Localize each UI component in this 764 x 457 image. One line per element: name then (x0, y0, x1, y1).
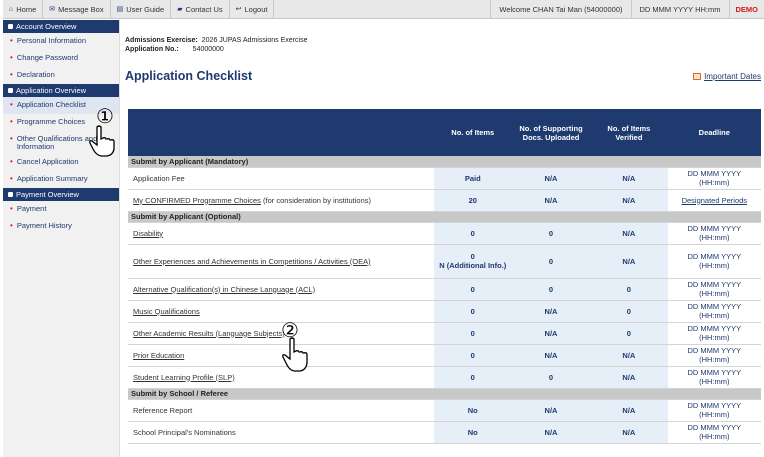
table-row: Other Academic Results (Language Subject… (128, 322, 761, 345)
table-row: Music Qualifications 0 N/A 0 DD MMM YYYY… (128, 300, 761, 323)
section-row: Submit by School / Referee (128, 388, 761, 400)
bullet-icon: • (10, 221, 13, 230)
bullet-icon: • (10, 174, 13, 183)
oea-link[interactable]: Other Experiences and Achievements in Co… (133, 257, 371, 266)
sidebar-item-application-summary[interactable]: • Application Summary (3, 171, 119, 188)
table-row: Reference Report No N/A N/A DD MMM YYYY … (128, 399, 761, 422)
section-bullet-icon (8, 24, 13, 29)
sidebar-item-payment[interactable]: • Payment (3, 201, 119, 218)
sidebar-item-personal-information[interactable]: • Personal Information (3, 33, 119, 50)
acl-link[interactable]: Alternative Qualification(s) in Chinese … (133, 285, 315, 294)
music-qualifications-link[interactable]: Music Qualifications (133, 307, 200, 316)
pointer-hand-icon (89, 125, 115, 157)
application-meta: Admissions Exercise: 2026 JUPAS Admission… (125, 37, 308, 53)
section-row: Submit by Applicant (Optional) (128, 211, 761, 223)
sidebar-item-payment-history[interactable]: • Payment History (3, 218, 119, 235)
sidebar: Account Overview • Personal Information … (3, 20, 120, 457)
table-row: Prior Education 0 N/A N/A DD MMM YYYY (H… (128, 344, 761, 367)
table-row: School Principal's Nominations No N/A N/… (128, 421, 761, 444)
item-name: Application Fee (128, 167, 434, 190)
table-row: Student Learning Profile (SLP) 0 0 N/A D… (128, 366, 761, 389)
demo-badge: DEMO (728, 0, 764, 18)
designated-periods-link[interactable]: Designated Periods (667, 189, 761, 212)
bullet-icon: • (10, 70, 13, 79)
prior-education-link[interactable]: Prior Education (133, 351, 184, 360)
message-box-link[interactable]: ✉ Message Box (43, 0, 111, 18)
home-link[interactable]: ⌂ Home (3, 0, 44, 18)
main-content: Admissions Exercise: 2026 JUPAS Admission… (121, 20, 764, 457)
header-item (128, 109, 434, 156)
bullet-icon: • (10, 134, 13, 143)
sidebar-item-declaration[interactable]: • Declaration (3, 67, 119, 84)
bullet-icon: • (10, 36, 13, 45)
home-icon: ⌂ (9, 5, 14, 13)
book-icon: ▤ (116, 6, 124, 13)
user-guide-link[interactable]: ▤ User Guide (111, 0, 172, 18)
bullet-icon: • (10, 53, 13, 62)
table-row: Alternative Qualification(s) in Chinese … (128, 278, 761, 301)
disability-link[interactable]: Disability (133, 229, 163, 238)
pointer-hand-icon (282, 337, 308, 372)
table-row: Disability 0 0 N/A DD MMM YYYY (HH:mm) (128, 222, 761, 245)
sidebar-item-change-password[interactable]: • Change Password (3, 50, 119, 67)
header-items-verified: No. of Items Verified (590, 109, 668, 156)
section-bullet-icon (8, 192, 13, 197)
header-docs-uploaded: No. of Supporting Docs. Uploaded (511, 109, 591, 156)
top-nav-bar: ⌂ Home ✉ Message Box ▤ User Guide ▰ Cont… (3, 0, 764, 19)
contact-us-link[interactable]: ▰ Contact Us (171, 0, 230, 18)
other-academic-results-link[interactable]: Other Academic Results (Language Subject… (133, 329, 285, 338)
table-row: Other Experiences and Achievements in Co… (128, 244, 761, 279)
page-title: Application Checklist (125, 69, 253, 83)
sidebar-section-account-overview[interactable]: Account Overview (3, 20, 119, 33)
bullet-icon: • (10, 204, 13, 213)
section-bullet-icon (8, 88, 13, 93)
section-row: Submit by Applicant (Mandatory) (128, 156, 761, 168)
slp-link[interactable]: Student Learning Profile (SLP) (133, 373, 235, 382)
mail-icon: ✉ (49, 6, 56, 13)
checklist-table: No. of Items No. of Supporting Docs. Upl… (128, 109, 761, 444)
table-row: My CONFIRMED Programme Choices (for cons… (128, 189, 761, 212)
header-deadline: Deadline (667, 109, 761, 156)
sidebar-section-application-overview[interactable]: Application Overview (3, 84, 119, 97)
programme-choices-link[interactable]: My CONFIRMED Programme Choices (133, 196, 261, 205)
bullet-icon: • (10, 117, 13, 126)
logout-icon: ↩ (235, 6, 242, 13)
item-name: My CONFIRMED Programme Choices (for cons… (128, 189, 434, 212)
bullet-icon: • (10, 157, 13, 166)
table-row: Application Fee Paid N/A N/A DD MMM YYYY… (128, 167, 761, 190)
bullet-icon: • (10, 100, 13, 109)
header-no-of-items: No. of Items (433, 109, 512, 156)
table-header-row: No. of Items No. of Supporting Docs. Upl… (128, 109, 761, 156)
chat-icon: ▰ (177, 6, 183, 13)
sidebar-section-payment-overview[interactable]: Payment Overview (3, 188, 119, 201)
current-datetime: DD MMM YYYY HH:mm (630, 0, 729, 18)
logout-link[interactable]: ↩ Logout (230, 0, 275, 18)
calendar-icon (693, 73, 702, 80)
important-dates-link[interactable]: Important Dates (693, 72, 761, 81)
welcome-text: Welcome CHAN Tai Man (54000000) (490, 0, 630, 18)
